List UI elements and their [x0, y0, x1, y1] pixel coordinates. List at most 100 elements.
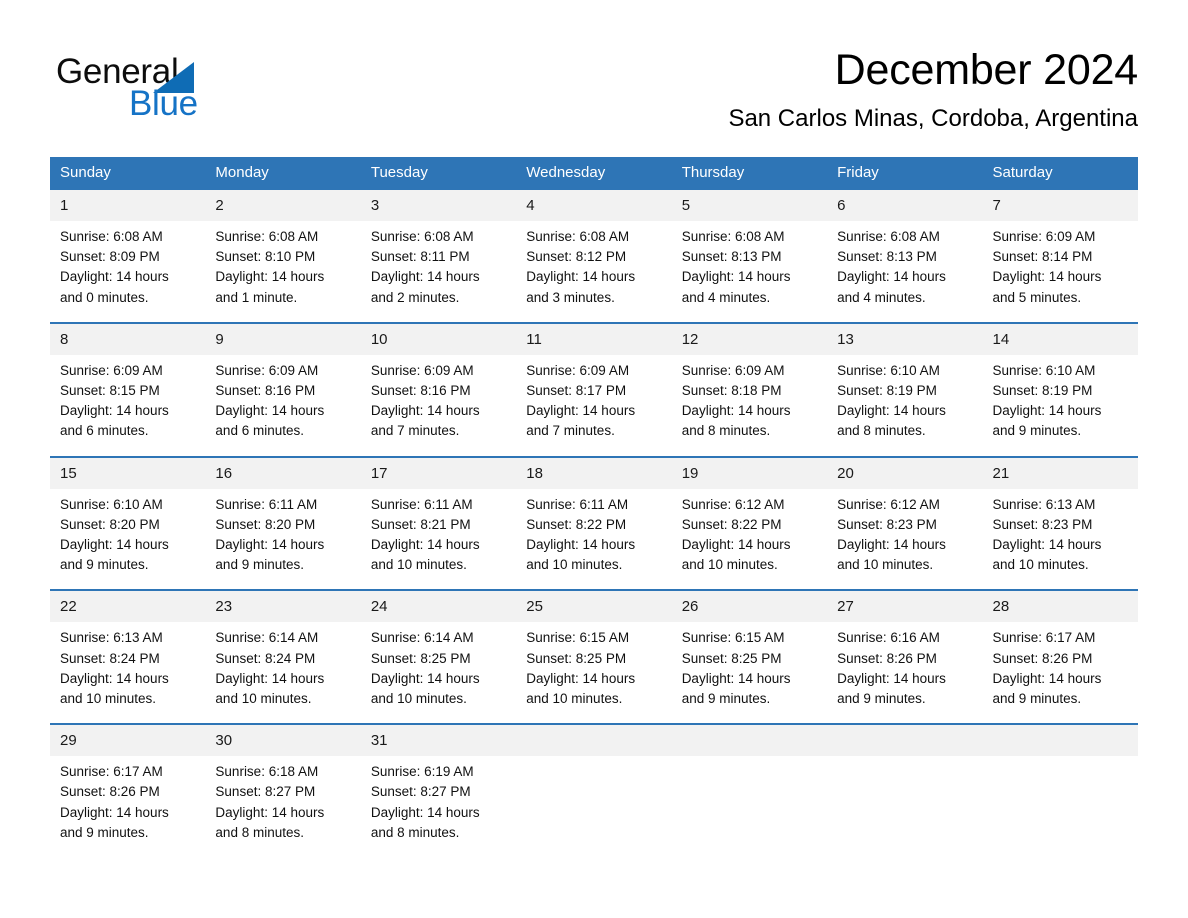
sunset-text: Sunset: 8:17 PM [526, 383, 627, 399]
day-cell: Sunrise: 6:14 AM Sunset: 8:25 PM Dayligh… [360, 622, 517, 725]
day-number[interactable]: 6 [827, 190, 983, 221]
daylight-text-line2: and 10 minutes. [370, 691, 467, 707]
day-cell: Sunrise: 6:08 AM Sunset: 8:11 PM Dayligh… [360, 221, 517, 323]
daylight-text-line2: and 1 minute. [215, 289, 298, 305]
day-cell: Sunrise: 6:09 AM Sunset: 8:15 PM Dayligh… [50, 354, 206, 457]
day-number[interactable]: 12 [671, 321, 828, 355]
daylight-text-line2: and 10 minutes. [681, 557, 778, 573]
title-block: December 2024 San Carlos Minas, Cordoba,… [338, 44, 1138, 133]
daylight-text-line1: Daylight: 14 hours [215, 537, 325, 553]
day-number[interactable]: 14 [982, 321, 1138, 355]
day-number[interactable]: 22 [50, 589, 206, 623]
day-number[interactable]: 28 [982, 589, 1138, 623]
day-cell-empty [671, 756, 828, 862]
day-number[interactable]: 23 [205, 589, 361, 623]
sunset-text: Sunset: 8:10 PM [215, 249, 316, 265]
sunset-text: Sunset: 8:09 PM [60, 249, 160, 265]
day-number[interactable]: 9 [205, 321, 361, 355]
daylight-text-line2: and 8 minutes. [370, 824, 460, 840]
day-number[interactable]: 10 [360, 321, 517, 355]
day-number[interactable]: 17 [360, 455, 517, 489]
day-cell: Sunrise: 6:09 AM Sunset: 8:14 PM Dayligh… [982, 221, 1138, 323]
daylight-text-line1: Daylight: 14 hours [837, 403, 946, 419]
day-cell: Sunrise: 6:17 AM Sunset: 8:26 PM Dayligh… [982, 622, 1138, 725]
sunset-text: Sunset: 8:13 PM [837, 249, 937, 265]
sunset-text: Sunset: 8:22 PM [681, 516, 782, 532]
day-number[interactable]: 19 [671, 455, 828, 489]
sunrise-text: Sunrise: 6:17 AM [992, 630, 1096, 646]
calendar-table: Sunday Monday Tuesday Wednesday Thursday… [50, 157, 1138, 862]
calendar-header-row: Sunday Monday Tuesday Wednesday Thursday… [50, 157, 1138, 190]
day-number[interactable]: 5 [671, 190, 828, 221]
week-row-daynumbers: 15 16 17 18 19 20 21 [50, 455, 1138, 489]
day-number[interactable]: 15 [50, 455, 206, 489]
sunrise-text: Sunrise: 6:09 AM [681, 362, 785, 378]
daylight-text-line1: Daylight: 14 hours [370, 804, 480, 820]
day-number[interactable]: 25 [516, 589, 672, 623]
day-number[interactable]: 8 [50, 321, 206, 355]
weekday-header-tuesday: Tuesday [360, 157, 517, 190]
sunset-text: Sunset: 8:16 PM [370, 383, 471, 399]
day-number[interactable]: 16 [205, 455, 361, 489]
sunrise-text: Sunrise: 6:15 AM [681, 630, 785, 646]
sunrise-text: Sunrise: 6:14 AM [215, 630, 319, 646]
day-cell: Sunrise: 6:11 AM Sunset: 8:20 PM Dayligh… [205, 488, 361, 591]
daylight-text-line2: and 9 minutes. [215, 557, 304, 573]
day-number[interactable]: 29 [50, 723, 206, 757]
day-number[interactable]: 27 [827, 589, 983, 623]
daylight-text-line1: Daylight: 14 hours [837, 537, 946, 553]
sunset-text: Sunset: 8:22 PM [526, 516, 627, 532]
day-cell-empty [982, 756, 1138, 862]
sunrise-text: Sunrise: 6:09 AM [215, 362, 319, 378]
day-number[interactable]: 7 [982, 190, 1138, 221]
daylight-text-line1: Daylight: 14 hours [370, 537, 480, 553]
day-cell: Sunrise: 6:10 AM Sunset: 8:20 PM Dayligh… [50, 488, 206, 591]
sunset-text: Sunset: 8:26 PM [837, 650, 937, 666]
day-cell: Sunrise: 6:14 AM Sunset: 8:24 PM Dayligh… [205, 622, 361, 725]
sunset-text: Sunset: 8:12 PM [526, 249, 627, 265]
sunset-text: Sunset: 8:26 PM [60, 784, 160, 800]
day-cell: Sunrise: 6:08 AM Sunset: 8:13 PM Dayligh… [827, 221, 983, 323]
daylight-text-line2: and 9 minutes. [60, 824, 149, 840]
day-number-empty [516, 723, 672, 757]
sunset-text: Sunset: 8:23 PM [992, 516, 1093, 532]
page-title: December 2024 [834, 46, 1139, 94]
sunrise-text: Sunrise: 6:11 AM [526, 496, 629, 512]
sunrise-text: Sunrise: 6:16 AM [837, 630, 940, 646]
day-cell: Sunrise: 6:19 AM Sunset: 8:27 PM Dayligh… [360, 756, 517, 862]
day-cell: Sunrise: 6:09 AM Sunset: 8:16 PM Dayligh… [205, 354, 361, 457]
day-cell: Sunrise: 6:18 AM Sunset: 8:27 PM Dayligh… [205, 756, 361, 862]
sunrise-text: Sunrise: 6:09 AM [370, 362, 474, 378]
week-row-daynumbers: 22 23 24 25 26 27 28 [50, 589, 1138, 623]
day-number[interactable]: 2 [205, 190, 361, 221]
day-number[interactable]: 1 [50, 190, 206, 221]
week-row-details: Sunrise: 6:17 AM Sunset: 8:26 PM Dayligh… [50, 756, 1138, 862]
day-number[interactable]: 30 [205, 723, 361, 757]
day-number-empty [671, 723, 828, 757]
day-number[interactable]: 4 [516, 190, 672, 221]
day-number[interactable]: 26 [671, 589, 828, 623]
day-cell: Sunrise: 6:15 AM Sunset: 8:25 PM Dayligh… [516, 622, 672, 725]
day-cell: Sunrise: 6:08 AM Sunset: 8:10 PM Dayligh… [205, 221, 361, 323]
week-row-details: Sunrise: 6:10 AM Sunset: 8:20 PM Dayligh… [50, 488, 1138, 591]
day-number[interactable]: 18 [516, 455, 672, 489]
daylight-text-line2: and 10 minutes. [526, 691, 623, 707]
general-blue-logo: General Blue [56, 52, 316, 138]
day-cell: Sunrise: 6:15 AM Sunset: 8:25 PM Dayligh… [671, 622, 828, 725]
daylight-text-line2: and 6 minutes. [60, 423, 149, 439]
day-number[interactable]: 13 [827, 321, 983, 355]
daylight-text-line1: Daylight: 14 hours [60, 403, 169, 419]
weekday-header-thursday: Thursday [671, 157, 828, 190]
day-number[interactable]: 24 [360, 589, 517, 623]
sunrise-text: Sunrise: 6:13 AM [992, 496, 1096, 512]
day-cell: Sunrise: 6:10 AM Sunset: 8:19 PM Dayligh… [982, 354, 1138, 457]
day-number[interactable]: 11 [516, 321, 672, 355]
day-number[interactable]: 21 [982, 455, 1138, 489]
day-cell: Sunrise: 6:08 AM Sunset: 8:12 PM Dayligh… [516, 221, 672, 323]
daylight-text-line2: and 4 minutes. [837, 289, 926, 305]
day-cell: Sunrise: 6:11 AM Sunset: 8:21 PM Dayligh… [360, 488, 517, 591]
day-number[interactable]: 20 [827, 455, 983, 489]
day-number[interactable]: 3 [360, 190, 517, 221]
day-number[interactable]: 31 [360, 723, 517, 757]
daylight-text-line1: Daylight: 14 hours [526, 537, 636, 553]
